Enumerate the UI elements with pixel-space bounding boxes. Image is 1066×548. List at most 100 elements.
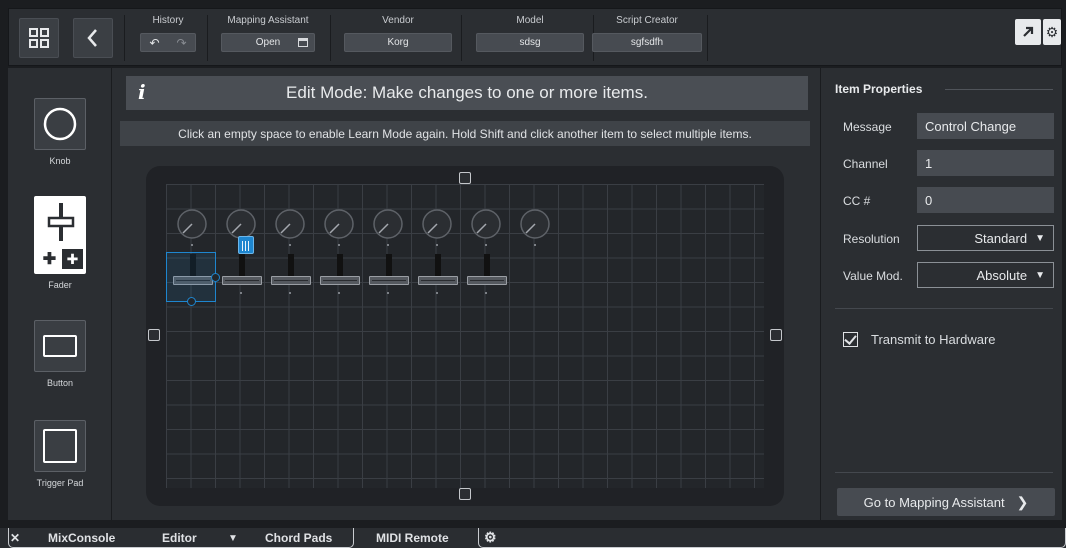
knob-control[interactable] xyxy=(268,206,312,250)
message-field[interactable]: Control Change xyxy=(917,113,1054,139)
edit-mode-banner: i Edit Mode: Make changes to one or more… xyxy=(126,76,808,110)
transmit-checkbox[interactable] xyxy=(843,332,858,347)
divider xyxy=(835,472,1053,473)
layout-grid-button[interactable] xyxy=(19,18,59,58)
script-creator-label: Script Creator xyxy=(616,15,678,26)
vendor-label: Vendor xyxy=(382,15,414,26)
undo-icon[interactable]: ↶ xyxy=(149,36,159,50)
separator xyxy=(207,15,208,61)
control-palette: Knob ✚ ✚ Fader Button Trigger Pad xyxy=(8,68,112,520)
layout-grid[interactable] xyxy=(166,184,764,488)
separator xyxy=(124,15,125,61)
gear-icon[interactable]: ⚙ xyxy=(484,529,497,546)
palette-item-button[interactable]: Button xyxy=(24,320,96,388)
mapping-assistant-open-button[interactable]: Open xyxy=(221,33,315,52)
knob-icon xyxy=(34,98,86,150)
resize-handle-right[interactable] xyxy=(770,329,782,341)
selection-box[interactable] xyxy=(166,252,220,306)
cc-label: CC # xyxy=(843,194,871,208)
divider xyxy=(835,308,1053,309)
palette-item-fader[interactable]: ✚ ✚ Fader xyxy=(24,196,96,290)
fader-control[interactable] xyxy=(317,252,361,298)
editor-area: i Edit Mode: Make changes to one or more… xyxy=(112,68,820,520)
history-label: History xyxy=(152,15,184,26)
value-mod-select[interactable]: Absolute ▼ xyxy=(917,262,1054,288)
chevron-left-icon xyxy=(87,29,97,47)
fader-control[interactable] xyxy=(219,252,263,298)
trigger-pad-icon xyxy=(34,420,86,472)
resolution-select[interactable]: Standard ▼ xyxy=(917,225,1054,251)
model-label: Model xyxy=(516,15,544,26)
dropdown-arrow-icon: ▼ xyxy=(1035,269,1045,281)
back-button[interactable] xyxy=(73,18,113,58)
separator xyxy=(707,15,708,61)
palette-label-button: Button xyxy=(46,378,74,388)
controller-canvas[interactable] xyxy=(146,166,784,506)
palette-label-fader: Fader xyxy=(48,280,72,290)
go-to-mapping-assistant-button[interactable]: Go to Mapping Assistant ❯ xyxy=(837,488,1055,516)
vendor-field[interactable]: Korg xyxy=(344,33,452,52)
settings-button[interactable]: ⚙ xyxy=(1043,19,1061,45)
knob-control[interactable] xyxy=(317,206,361,250)
fader-icon: ✚ ✚ xyxy=(34,196,86,274)
resize-handle-bottom[interactable] xyxy=(459,488,471,500)
palette-label-trigger-pad: Trigger Pad xyxy=(36,478,84,488)
separator xyxy=(330,15,331,61)
resolution-label: Resolution xyxy=(843,232,900,246)
window-icon xyxy=(298,38,308,47)
script-creator-group: Script Creator sgfsdfh xyxy=(592,14,702,60)
fader-control[interactable] xyxy=(268,252,312,298)
history-group: History ↶ ↷ xyxy=(140,14,196,60)
model-group: Model sdsg xyxy=(476,14,584,60)
edit-mode-text: Edit Mode: Make changes to one or more i… xyxy=(286,83,648,102)
chevron-right-icon: ❯ xyxy=(1016,493,1029,510)
channel-field[interactable]: 1 xyxy=(917,150,1054,176)
knob-control[interactable] xyxy=(415,206,459,250)
fader-variant-icons: ✚ ✚ xyxy=(39,249,83,269)
fader-control[interactable] xyxy=(415,252,459,298)
script-creator-field[interactable]: sgfsdfh xyxy=(592,33,702,52)
mapping-assistant-label: Mapping Assistant xyxy=(227,15,309,26)
redo-icon[interactable]: ↷ xyxy=(176,36,186,50)
resize-handle-left[interactable] xyxy=(148,329,160,341)
detach-window-button[interactable] xyxy=(1015,19,1041,45)
palette-item-knob[interactable]: Knob xyxy=(24,98,96,166)
toolbar: History ↶ ↷ Mapping Assistant Open Vendo… xyxy=(8,8,1062,66)
model-field[interactable]: sdsg xyxy=(476,33,584,52)
item-properties-panel: Item Properties Message Control Change C… xyxy=(820,68,1062,520)
divider xyxy=(945,89,1053,90)
value-mod-value: Absolute xyxy=(976,267,1028,283)
tab-group-frame xyxy=(8,528,354,548)
value-mod-label: Value Mod. xyxy=(843,269,903,283)
resize-handle[interactable] xyxy=(211,273,220,282)
arrow-up-right-icon xyxy=(1023,26,1034,37)
grid-icon xyxy=(29,28,49,48)
cc-field[interactable]: 0 xyxy=(917,187,1054,213)
knob-control[interactable] xyxy=(170,206,214,250)
tab-group-frame xyxy=(478,528,1066,548)
palette-label-knob: Knob xyxy=(49,156,71,166)
item-properties-title: Item Properties xyxy=(835,82,923,96)
vendor-group: Vendor Korg xyxy=(344,14,452,60)
palette-item-trigger-pad[interactable]: Trigger Pad xyxy=(24,420,96,488)
mapping-assistant-open-label: Open xyxy=(255,37,281,48)
edit-mode-hint: Click an empty space to enable Learn Mod… xyxy=(120,121,810,146)
knob-control[interactable] xyxy=(464,206,508,250)
fader-control[interactable] xyxy=(464,252,508,298)
gear-icon: ⚙ xyxy=(1045,23,1059,40)
resolution-value: Standard xyxy=(974,230,1028,246)
mapping-assistant-group: Mapping Assistant Open xyxy=(221,14,315,60)
dropdown-arrow-icon: ▼ xyxy=(1035,232,1045,244)
resize-handle[interactable] xyxy=(187,297,196,306)
message-label: Message xyxy=(843,120,892,134)
trash-icon[interactable] xyxy=(238,236,254,254)
resize-handle-top[interactable] xyxy=(459,172,471,184)
knob-control[interactable] xyxy=(513,206,557,250)
history-controls: ↶ ↷ xyxy=(140,33,196,52)
transmit-label: Transmit to Hardware xyxy=(871,332,996,347)
knob-control[interactable] xyxy=(366,206,410,250)
go-to-mapping-assistant-label: Go to Mapping Assistant xyxy=(863,494,1005,510)
tab-midi-remote[interactable]: MIDI Remote xyxy=(376,531,449,545)
info-icon: i xyxy=(138,80,146,104)
fader-control[interactable] xyxy=(366,252,410,298)
